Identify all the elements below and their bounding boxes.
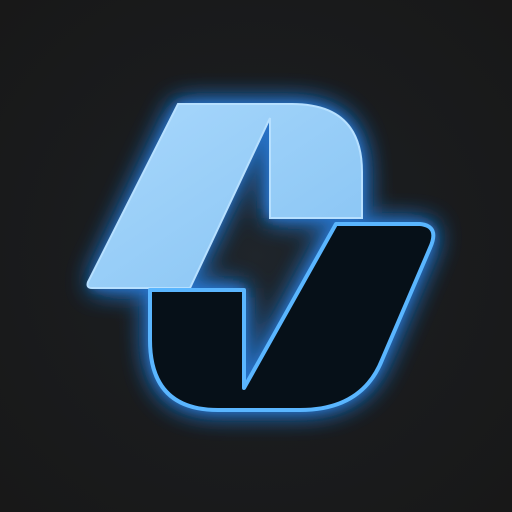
lightning-bolt-logo-icon — [86, 103, 436, 412]
app-icon-canvas — [0, 0, 512, 512]
